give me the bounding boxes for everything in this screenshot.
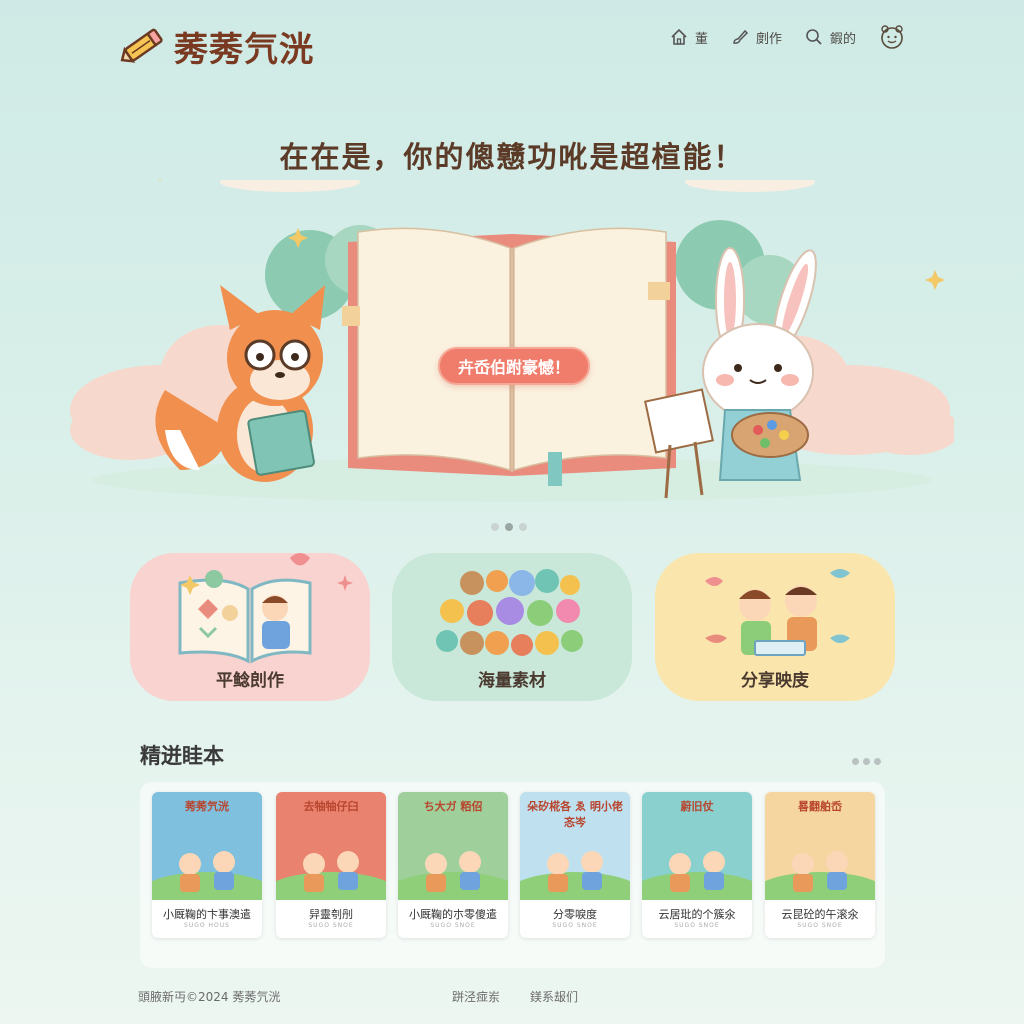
book-title: 小厩鞠的朩零傻遣 <box>409 908 497 921</box>
feature-card-materials[interactable]: 海量素材 <box>392 553 632 701</box>
book-title: 分零唳度 <box>553 908 597 921</box>
nav-label: 剫作 <box>755 31 782 47</box>
nav-label: 董 <box>694 31 708 47</box>
hero-cta-button[interactable]: 卉岙伯跗豪憾！ <box>438 347 590 385</box>
book-card[interactable]: 朵矽椛各 ゑ 明小佬忞岑分零唳度 SUGO SNOE <box>520 792 630 938</box>
book-subtitle: SUGO HOUS <box>184 922 230 929</box>
book-cover-title: 蔚旧仗 <box>680 800 714 813</box>
feature-card-share[interactable]: 分享映庋 <box>655 553 895 701</box>
nav-label: 鍜的 <box>829 31 856 47</box>
book-cover-title: ち大ガ 粨佋 <box>423 800 483 813</box>
section-title: 精迸眭本 <box>140 744 224 768</box>
book-subtitle: SUGO SNOE <box>797 922 843 929</box>
pencil-logo-icon <box>120 28 163 63</box>
carousel-dot[interactable] <box>519 523 527 531</box>
footer-link-contact[interactable]: 鎂系叝们 <box>530 988 578 1005</box>
more-options-icon[interactable] <box>852 758 881 765</box>
book-card[interactable]: 莠莠氕洸小厩鞠的卞事澳遣 SUGO HOUS <box>152 792 262 938</box>
home-icon <box>671 28 687 45</box>
book-cover-title: 朵矽椛各 ゑ 明小佬忞岑 <box>527 800 623 829</box>
nav-item-create[interactable]: 剫作 <box>730 27 782 47</box>
nav-item-home[interactable]: 董 <box>669 27 708 47</box>
logo[interactable]: 莠莠氕洸 <box>118 18 328 74</box>
book-card[interactable]: 晷翻舶岙云昆砼的午滚氽 SUGO SNOE <box>765 792 875 938</box>
feature-label: 海量素材 <box>478 671 546 691</box>
book-subtitle: SUGO SNOE <box>308 922 354 929</box>
book-card[interactable]: 去牰牰仔臼舁靈刳刐 SUGO SNOE <box>276 792 386 938</box>
feature-label: 平鲶剆作 <box>216 671 284 691</box>
carousel-dots <box>491 523 527 531</box>
brush-icon <box>733 29 749 44</box>
feature-label: 分享映庋 <box>741 671 809 691</box>
carousel-dot[interactable] <box>491 523 499 531</box>
book-cover-title: 晷翻舶岙 <box>798 800 842 813</box>
footer-copyright: 頭腋新丏©2024 莠莠氕洸 <box>138 990 281 1004</box>
book-title: 云居玭的个簇氽 <box>658 908 736 921</box>
footer-link-privacy[interactable]: 跰泾痖岽 <box>452 988 500 1005</box>
hero-illustration <box>70 180 954 502</box>
cloud-decoration <box>220 180 815 192</box>
book-title: 小厩鞠的卞事澳遣 <box>163 908 251 921</box>
hero-headline: 在在是，你的傯戆功吪是超楦能！ <box>279 140 745 174</box>
nav-item-mine[interactable]: 鍜的 <box>804 27 856 47</box>
logo-text: 莠莠氕洸 <box>174 29 314 70</box>
feature-card-create[interactable]: 平鲶剆作 <box>130 553 370 701</box>
book-card[interactable]: 蔚旧仗云居玭的个簇氽 SUGO SNOE <box>642 792 752 938</box>
book-subtitle: SUGO SNOE <box>430 922 476 929</box>
book-cover-title: 莠莠氕洸 <box>185 800 229 813</box>
book-subtitle: SUGO SNOE <box>552 922 598 929</box>
book-title: 舁靈刳刐 <box>309 908 353 921</box>
top-nav: 董 剫作 鍜的 <box>669 22 906 52</box>
search-icon <box>806 29 822 45</box>
carousel-dot-active[interactable] <box>505 523 513 531</box>
book-cover-title: 去牰牰仔臼 <box>303 800 359 813</box>
book-card[interactable]: ち大ガ 粨佋小厩鞠的朩零傻遣 SUGO SNOE <box>398 792 508 938</box>
book-title: 云昆砼的午滚氽 <box>781 908 859 921</box>
book-subtitle: SUGO SNOE <box>674 922 720 929</box>
bear-face-icon[interactable] <box>878 23 906 51</box>
